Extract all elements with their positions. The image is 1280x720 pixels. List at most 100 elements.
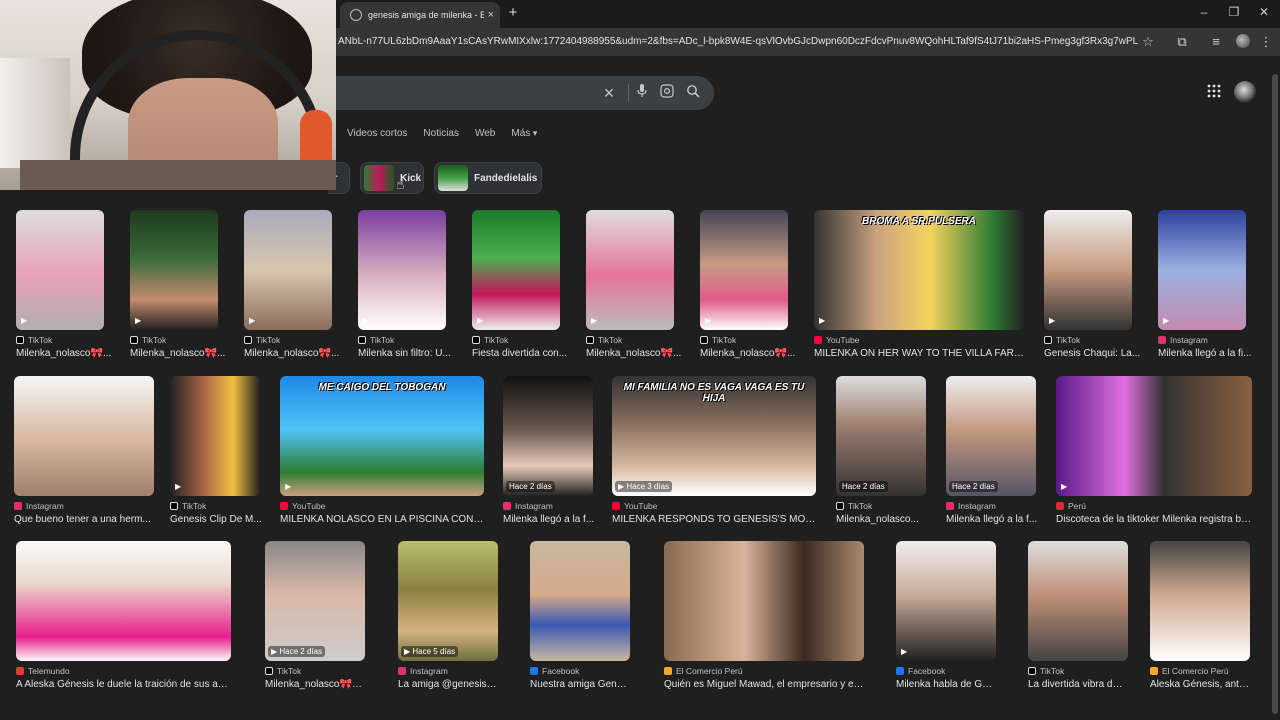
image-result-card[interactable]: El Comercio Perú Aleska Génesis, ante... [1150, 541, 1250, 690]
image-result-card[interactable]: ▶ TikTok Genesis Clip De M... [170, 376, 262, 525]
image-result-card[interactable]: ▶ TikTok Milenka sin filtro: U... [358, 210, 451, 359]
result-title[interactable]: Discoteca de la tiktoker Milenka registr… [1056, 514, 1252, 525]
result-source[interactable]: Instagram [946, 501, 1036, 511]
result-thumbnail[interactable]: ▶ [896, 541, 996, 661]
result-title[interactable]: Que bueno tener a una herm... [14, 514, 154, 525]
result-title[interactable]: La divertida vibra de ... [1028, 679, 1128, 690]
kebab-menu-icon[interactable]: ⋮ [1256, 32, 1276, 52]
search-icon[interactable] [680, 76, 706, 110]
result-thumbnail[interactable]: ▶ [1044, 210, 1132, 330]
result-thumbnail[interactable]: Hace 2 días [946, 376, 1036, 496]
image-result-card[interactable]: ▶ TikTok Fiesta divertida con... [472, 210, 567, 359]
image-result-card[interactable]: ▶ Facebook Milenka habla de Génes... [896, 541, 996, 690]
image-result-card[interactable]: ▶ TikTok Milenka_nolasco🎀... [130, 210, 225, 359]
result-source[interactable]: El Comercio Perú [664, 666, 864, 676]
image-result-card[interactable]: ▶ Perú Discoteca de la tiktoker Milenka re… [1056, 376, 1252, 525]
image-result-card[interactable]: MI FAMILIA NO ES VAGA VAGA ES TU HIJA ▶ H… [612, 376, 816, 525]
new-tab-button[interactable]: + [504, 4, 522, 21]
result-title[interactable]: Milenka_nolasco🎀... [700, 348, 800, 359]
result-title[interactable]: MILENKA ON HER WAY TO THE VILLA FARM ... [814, 348, 1024, 359]
result-source[interactable]: TikTok [586, 335, 674, 345]
window-close-icon[interactable]: ✕ [1255, 5, 1273, 19]
image-result-card[interactable]: ▶ TikTok Milenka_nolasco🎀... [244, 210, 339, 359]
result-source[interactable]: Instagram [398, 666, 498, 676]
result-title[interactable]: Milenka_nolasco... [836, 514, 936, 525]
result-source[interactable]: TikTok [472, 335, 560, 345]
result-source[interactable]: El Comercio Perú [1150, 666, 1250, 676]
image-result-card[interactable]: ▶ Hace 5 días Instagram La amiga @genesis.… [398, 541, 498, 690]
result-title[interactable]: Milenka llegó a la f... [503, 514, 603, 525]
result-thumbnail[interactable] [14, 376, 154, 496]
result-source[interactable]: TikTok [1028, 666, 1128, 676]
tab-news[interactable]: Noticias [423, 128, 459, 139]
result-title[interactable]: Milenka sin filtro: U... [358, 348, 458, 359]
result-title[interactable]: Milenka llegó a la fi... [1158, 348, 1258, 359]
result-source[interactable]: TikTok [836, 501, 926, 511]
browser-tab[interactable]: genesis amiga de milenka - Bu × [340, 2, 500, 28]
result-thumbnail[interactable]: Hace 2 días [503, 376, 593, 496]
result-thumbnail[interactable]: BROMA A SR.PULSERA ▶ [814, 210, 1024, 330]
result-thumbnail[interactable] [16, 541, 231, 661]
result-thumbnail[interactable]: ▶ [700, 210, 788, 330]
result-source[interactable]: YouTube [612, 501, 816, 511]
image-result-card[interactable]: Hace 2 días Instagram Milenka llegó a la f… [946, 376, 1037, 525]
result-thumbnail[interactable] [664, 541, 864, 661]
result-title[interactable]: MILENKA RESPONDS TO GENESIS'S MOT... [612, 514, 816, 525]
result-source[interactable]: Instagram [14, 501, 154, 511]
image-result-card[interactable]: ▶ TikTok Milenka_nolasco🎀... [16, 210, 111, 359]
result-title[interactable]: Milenka_nolasco🎀... [16, 348, 116, 359]
result-source[interactable]: Facebook [530, 666, 630, 676]
result-thumbnail[interactable]: ▶ [244, 210, 332, 330]
lens-search-icon[interactable] [654, 76, 680, 110]
result-source[interactable]: TikTok [130, 335, 218, 345]
account-avatar[interactable] [1234, 81, 1256, 103]
result-source[interactable]: Telemundo [16, 666, 231, 676]
result-source[interactable]: TikTok [244, 335, 332, 345]
result-title[interactable]: A Aleska Génesis le duele la traición de… [16, 679, 231, 690]
result-thumbnail[interactable]: ▶ [358, 210, 446, 330]
result-title[interactable]: Fiesta divertida con... [472, 348, 572, 359]
image-result-card[interactable]: ▶ Instagram Milenka llegó a la fi... [1158, 210, 1251, 359]
result-title[interactable]: Milenka_nolasco🎀... [244, 348, 344, 359]
result-thumbnail[interactable]: ▶ [130, 210, 218, 330]
result-thumbnail[interactable]: ME CAIGO DEL TOBOGAN ▶ [280, 376, 484, 496]
result-title[interactable]: La amiga @genesis.92 ... [398, 679, 498, 690]
browser-profile-icon[interactable] [1236, 34, 1250, 48]
media-controls-icon[interactable]: ≡ [1206, 32, 1226, 52]
image-result-card[interactable]: Instagram Que bueno tener a una herm... [14, 376, 154, 525]
result-source[interactable]: TikTok [700, 335, 788, 345]
result-thumbnail[interactable]: ▶ [170, 376, 260, 496]
image-result-card[interactable]: Facebook Nuestra amiga Genesis ... [530, 541, 630, 690]
result-source[interactable]: TikTok [1044, 335, 1132, 345]
image-result-card[interactable]: ▶ TikTok Genesis Chaqui: La... [1044, 210, 1140, 359]
result-title[interactable]: MILENKA NOLASCO EN LA PISCINA CON D... [280, 514, 484, 525]
search-input[interactable]: × [336, 76, 714, 110]
image-result-card[interactable]: Hace 2 días Instagram Milenka llegó a la f… [503, 376, 594, 525]
result-title[interactable]: Genesis Clip De M... [170, 514, 270, 525]
result-title[interactable]: Milenka_nolasco🎀... [130, 348, 230, 359]
minimize-icon[interactable]: – [1195, 5, 1213, 19]
chip-kick[interactable]: Kick [360, 162, 424, 194]
image-result-card[interactable]: Hace 2 días TikTok Milenka_nolasco... [836, 376, 926, 525]
result-source[interactable]: Perú [1056, 501, 1252, 511]
result-title[interactable]: Nuestra amiga Genesis ... [530, 679, 630, 690]
result-title[interactable]: Genesis Chaqui: La... [1044, 348, 1144, 359]
image-result-card[interactable]: ME CAIGO DEL TOBOGAN ▶ YouTube MILENKA NOLA… [280, 376, 484, 525]
maximize-icon[interactable]: ❐ [1225, 5, 1243, 19]
extensions-icon[interactable]: ⧉ [1172, 32, 1192, 52]
result-source[interactable]: Facebook [896, 666, 996, 676]
image-result-card[interactable]: ▶ TikTok Milenka_nolasco🎀... [700, 210, 795, 359]
image-result-card[interactable]: ▶ Hace 2 días TikTok Milenka_nolasco🎀💗 ... [265, 541, 365, 690]
bookmark-star-icon[interactable]: ☆ [1138, 32, 1158, 52]
result-thumbnail[interactable]: ▶ [1056, 376, 1252, 496]
result-source[interactable]: TikTok [16, 335, 104, 345]
result-thumbnail[interactable]: ▶ Hace 2 días [265, 541, 365, 661]
tab-more[interactable]: Más [511, 128, 537, 139]
image-result-card[interactable]: TikTok La divertida vibra de ... [1028, 541, 1128, 690]
result-source[interactable]: TikTok [265, 666, 365, 676]
result-thumbnail[interactable]: Hace 2 días [836, 376, 926, 496]
clear-search-icon[interactable]: × [596, 76, 622, 110]
tab-close-icon[interactable]: × [488, 9, 494, 21]
url-field[interactable]: ANbL-n77UL6zbDm9AaaY1sCAsYRwMIXxlw:17724… [338, 36, 1138, 47]
result-source[interactable]: TikTok [358, 335, 446, 345]
